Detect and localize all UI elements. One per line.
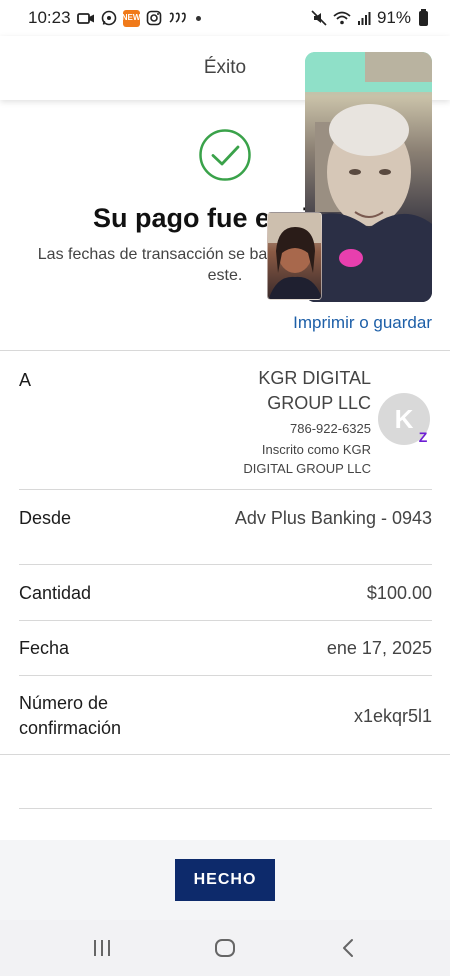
confirmation-label-line1: Número de xyxy=(19,693,109,713)
recipient-phone: 786-922-6325 xyxy=(290,421,371,436)
done-button[interactable]: HECHO xyxy=(175,859,275,901)
divider xyxy=(19,489,432,490)
recents-icon[interactable] xyxy=(82,928,122,968)
recipient-block: KGR DIGITAL GROUP LLC 786-922-6325 Inscr… xyxy=(171,366,371,478)
divider xyxy=(0,754,450,755)
print-or-save-link[interactable]: Imprimir o guardar xyxy=(293,313,432,333)
status-left: 10:23 NEW xyxy=(28,8,201,28)
recipient-enrolled-line1: Inscrito como KGR xyxy=(261,442,371,457)
wifi-icon xyxy=(333,11,351,25)
video-call-icon xyxy=(76,12,95,25)
instagram-icon xyxy=(146,10,162,26)
divider xyxy=(19,675,432,676)
amount-label: Cantidad xyxy=(19,583,92,603)
back-icon[interactable] xyxy=(328,928,368,968)
zelle-badge-icon: Z xyxy=(418,429,428,445)
video-call-feed xyxy=(305,52,432,302)
date-value: ene 17, 2025 xyxy=(326,638,432,658)
status-bar: 10:23 NEW 91% xyxy=(0,0,450,36)
divider xyxy=(0,350,450,351)
mute-icon xyxy=(311,10,327,26)
status-right: 91% xyxy=(311,8,428,28)
whatsapp-icon xyxy=(101,10,117,26)
from-label: Desde xyxy=(19,508,72,528)
divider xyxy=(19,620,432,621)
confirmation-label-line2: confirmación xyxy=(19,718,122,738)
shopping-app-icon: NEW xyxy=(122,9,140,27)
recipient-name-line2: GROUP LLC xyxy=(267,393,371,413)
home-icon[interactable] xyxy=(205,928,245,968)
video-call-window[interactable] xyxy=(305,52,432,302)
to-label: A xyxy=(19,370,32,390)
page-title: Éxito xyxy=(203,57,247,78)
signal-icon xyxy=(357,11,371,25)
battery-percent: 91% xyxy=(376,8,411,27)
divider xyxy=(19,564,432,565)
date-label: Fecha xyxy=(19,638,70,658)
recipient-name-line1: KGR DIGITAL xyxy=(258,368,371,388)
confirmation-value: x1ekqr5l1 xyxy=(353,706,432,726)
notification-dot-icon xyxy=(195,15,201,21)
self-view-feed xyxy=(268,213,321,299)
divider xyxy=(19,808,432,809)
battery-icon xyxy=(419,8,428,26)
from-value: Adv Plus Banking - 0943 xyxy=(234,508,432,528)
recipient-enrolled-line2: DIGITAL GROUP LLC xyxy=(243,461,371,476)
self-view-video[interactable] xyxy=(267,212,322,300)
navigation-bar xyxy=(0,920,450,976)
status-time: 10:23 xyxy=(28,8,71,27)
amount-value: $100.00 xyxy=(366,583,432,603)
threads-icon xyxy=(168,11,186,25)
check-circle-icon xyxy=(198,128,252,182)
